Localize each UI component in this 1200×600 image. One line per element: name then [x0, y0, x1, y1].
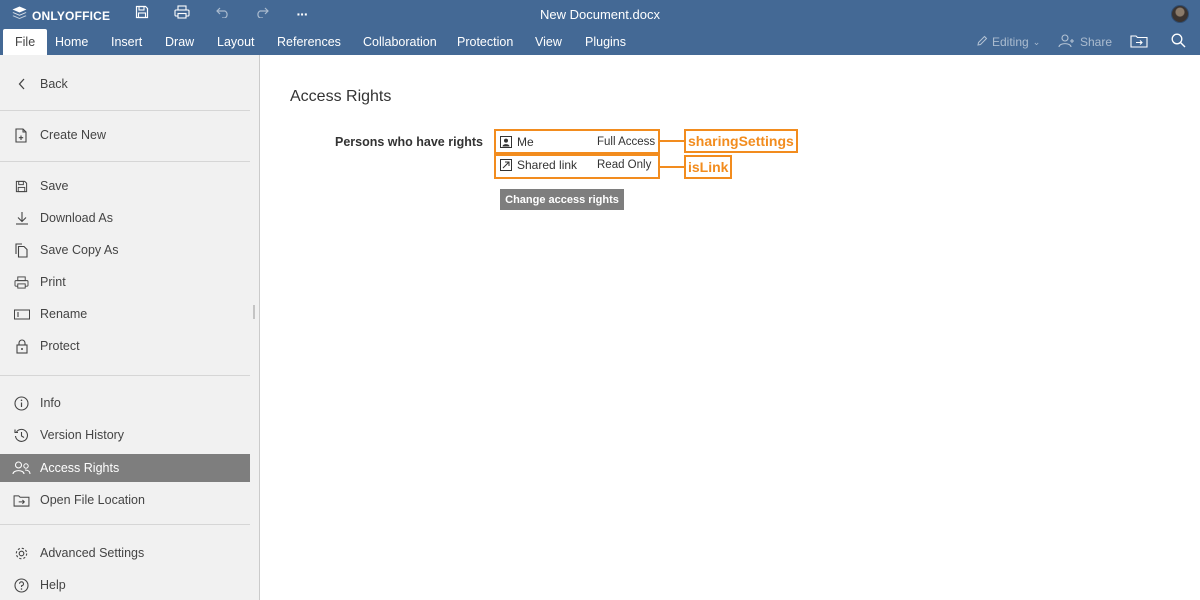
menu-create-new[interactable]: Create New — [0, 121, 250, 149]
page-title: Access Rights — [290, 88, 392, 105]
file-menu-panel: Back Create New Save Download As Save Co… — [0, 55, 260, 600]
menu-version-history[interactable]: Version History — [0, 421, 250, 449]
new-document-icon — [0, 127, 40, 143]
help-icon — [0, 577, 40, 593]
menu-advanced-settings-label: Advanced Settings — [40, 546, 145, 560]
users-icon — [0, 461, 40, 475]
user-icon — [500, 136, 512, 148]
search-button[interactable] — [1171, 29, 1186, 55]
persons-label: Persons who have rights — [335, 135, 483, 149]
chevron-left-icon — [0, 78, 40, 90]
menu-protect-label: Protect — [40, 339, 80, 353]
editing-label: Editing — [992, 35, 1029, 49]
external-link-icon — [500, 159, 512, 171]
menu-print-label: Print — [40, 275, 66, 289]
folder-arrow-icon — [0, 494, 40, 507]
sharing-row-me: Me Full Access — [500, 134, 656, 150]
menu-version-history-label: Version History — [40, 428, 125, 442]
share-label: Share — [1080, 35, 1113, 49]
menu-divider — [0, 110, 250, 111]
menu-rename-label: Rename — [40, 307, 88, 321]
menu-open-file-location[interactable]: Open File Location — [0, 486, 250, 514]
info-icon — [0, 395, 40, 411]
tab-references[interactable]: References — [265, 29, 353, 55]
annotation-label: sharingSettings — [684, 129, 798, 153]
sharing-permission: Read Only — [597, 159, 652, 171]
menu-advanced-settings[interactable]: Advanced Settings — [0, 539, 250, 567]
tab-collaboration[interactable]: Collaboration — [351, 29, 449, 55]
tab-protection[interactable]: Protection — [445, 29, 525, 55]
menu-protect[interactable]: Protect — [0, 332, 250, 360]
pencil-icon — [976, 35, 988, 50]
menu-save-label: Save — [40, 179, 69, 193]
print-icon — [0, 275, 40, 289]
menu-divider — [0, 375, 250, 376]
menu-info-label: Info — [40, 396, 61, 410]
sharing-name: Me — [517, 135, 534, 149]
menu-open-file-location-label: Open File Location — [40, 493, 145, 507]
menu-download-as-label: Download As — [40, 211, 113, 225]
menu-download-as[interactable]: Download As — [0, 204, 250, 232]
gear-icon — [0, 546, 40, 561]
menu-create-new-label: Create New — [40, 128, 106, 142]
tab-home[interactable]: Home — [43, 29, 100, 55]
annotation-label: isLink — [684, 155, 733, 179]
annotation-connector — [660, 140, 684, 142]
menu-help[interactable]: Help — [0, 571, 250, 599]
tab-plugins[interactable]: Plugins — [573, 29, 638, 55]
user-avatar[interactable] — [1171, 5, 1189, 23]
tab-view[interactable]: View — [523, 29, 574, 55]
open-location-button[interactable] — [1130, 29, 1148, 55]
menu-back-label: Back — [40, 77, 68, 91]
menu-info[interactable]: Info — [0, 389, 250, 417]
menu-divider — [0, 524, 250, 525]
menu-save[interactable]: Save — [0, 172, 250, 200]
sharing-name: Shared link — [517, 158, 578, 172]
panel-resize-handle[interactable] — [250, 55, 260, 600]
editing-mode-button[interactable]: Editing ⌄ — [976, 29, 1040, 55]
menu-back[interactable]: Back — [0, 70, 250, 98]
folder-arrow-icon — [1130, 34, 1148, 51]
resize-grip — [253, 305, 255, 319]
save-icon — [0, 180, 40, 193]
menu-save-copy-as-label: Save Copy As — [40, 243, 119, 257]
menu-help-label: Help — [40, 578, 66, 592]
download-icon — [0, 211, 40, 225]
title-bar: ONLYOFFICE ··· New Document.docx — [0, 0, 1200, 29]
tab-draw[interactable]: Draw — [153, 29, 206, 55]
share-users-icon — [1058, 33, 1076, 51]
menu-access-rights[interactable]: Access Rights — [0, 454, 260, 482]
tab-layout[interactable]: Layout — [205, 29, 267, 55]
search-icon — [1171, 33, 1186, 51]
menu-rename[interactable]: Rename — [0, 300, 250, 328]
menu-print[interactable]: Print — [0, 268, 250, 296]
tab-file[interactable]: File — [3, 29, 48, 55]
history-icon — [0, 428, 40, 443]
menu-save-copy-as[interactable]: Save Copy As — [0, 236, 250, 264]
annotation-connector — [660, 166, 684, 168]
sharing-permission: Full Access — [597, 136, 656, 148]
tab-insert[interactable]: Insert — [99, 29, 154, 55]
rename-icon — [0, 309, 40, 320]
menu-divider — [0, 161, 250, 162]
chevron-down-icon: ⌄ — [1032, 36, 1041, 47]
menu-access-rights-label: Access Rights — [40, 461, 120, 475]
sharing-row-shared-link: Shared link Read Only — [500, 157, 656, 173]
change-access-rights-button[interactable]: Change access rights — [500, 189, 624, 210]
lock-icon — [0, 339, 40, 354]
copy-icon — [0, 242, 40, 258]
document-title: New Document.docx — [540, 7, 660, 22]
share-button[interactable]: Share — [1058, 29, 1112, 55]
